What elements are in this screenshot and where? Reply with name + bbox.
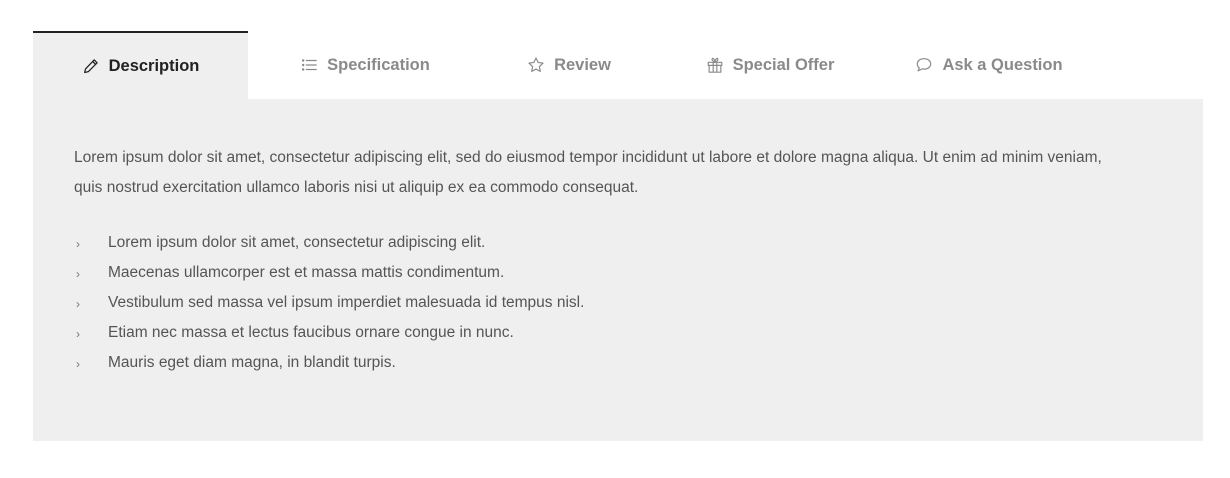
chat-bubble-icon [915,56,933,74]
tab-special-offer[interactable]: Special Offer [656,31,884,99]
chevron-right-icon: › [76,267,80,281]
pencil-icon [82,57,100,75]
tab-description-label: Description [108,56,200,75]
chevron-right-icon: › [76,297,80,311]
gift-icon [706,56,724,74]
chevron-right-icon: › [76,327,80,341]
tab-specification-label: Specification [327,55,430,74]
tab-review[interactable]: Review [482,31,656,99]
list-icon [300,56,318,74]
feature-list: › Lorem ipsum dolor sit amet, consectetu… [74,228,1162,378]
list-item: › Maecenas ullamcorper est et massa matt… [74,258,1162,288]
list-item-text: Vestibulum sed massa vel ipsum imperdiet… [108,294,585,311]
list-item-text: Maecenas ullamcorper est et massa mattis… [108,264,505,281]
list-item: › Vestibulum sed massa vel ipsum imperdi… [74,288,1162,318]
star-icon [527,56,545,74]
chevron-right-icon: › [76,357,80,371]
tab-ask-question[interactable]: Ask a Question [884,31,1094,99]
tab-special-offer-label: Special Offer [732,55,835,74]
list-item: › Mauris eget diam magna, in blandit tur… [74,348,1162,378]
tab-review-label: Review [554,55,611,74]
product-tabs: Description Specification Review Special… [33,31,1203,441]
chevron-right-icon: › [76,237,80,251]
tab-ask-question-label: Ask a Question [942,55,1063,74]
tab-specification[interactable]: Specification [248,31,482,99]
list-item: › Etiam nec massa et lectus faucibus orn… [74,318,1162,348]
list-item-text: Mauris eget diam magna, in blandit turpi… [108,354,396,371]
tab-description[interactable]: Description [33,31,248,99]
description-text: Lorem ipsum dolor sit amet, consectetur … [74,149,1102,196]
description-panel: Lorem ipsum dolor sit amet, consectetur … [33,99,1203,441]
tab-bar: Description Specification Review Special… [33,31,1203,99]
list-item-text: Etiam nec massa et lectus faucibus ornar… [108,324,514,341]
list-item: › Lorem ipsum dolor sit amet, consectetu… [74,228,1162,258]
list-item-text: Lorem ipsum dolor sit amet, consectetur … [108,234,486,251]
